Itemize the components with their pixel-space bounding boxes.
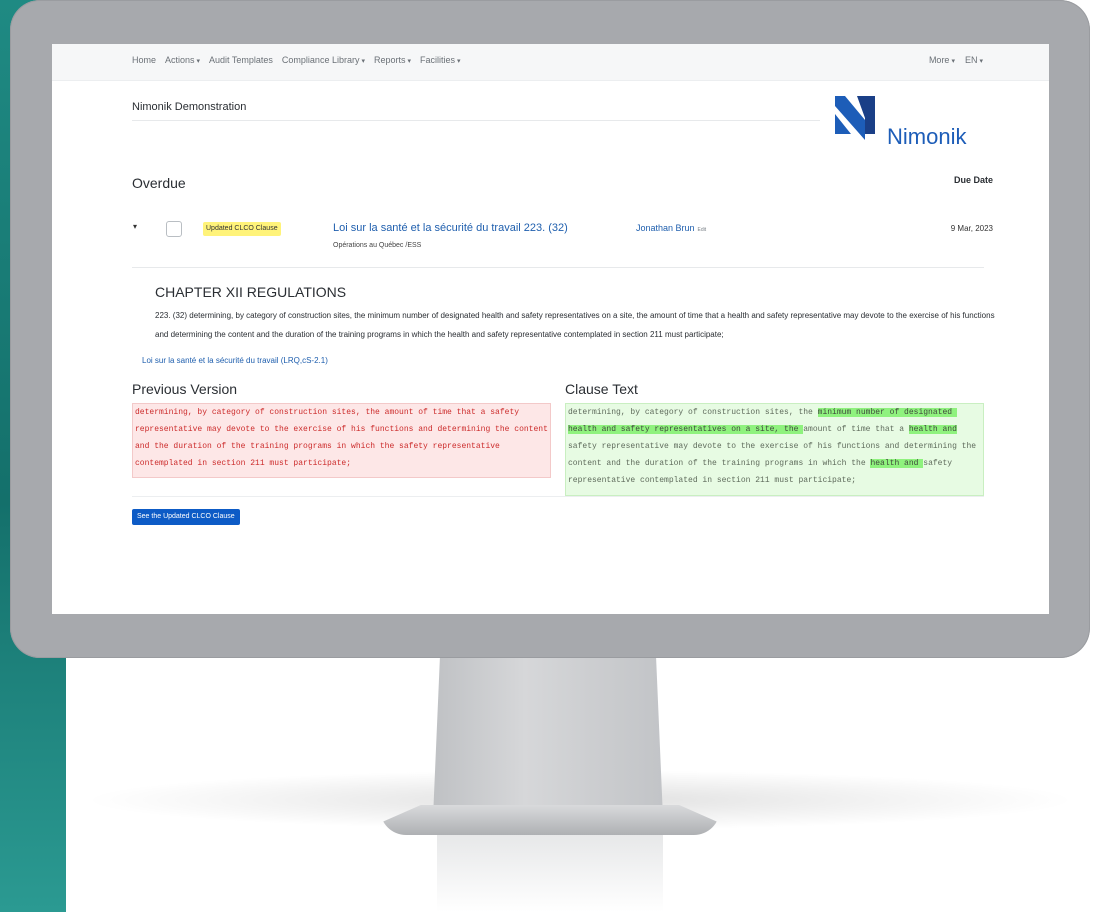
chevron-down-icon: ▾ — [196, 58, 201, 65]
nav-item-audit-templates[interactable]: Audit Templates — [209, 55, 273, 65]
previous-version-text: determining, by category of construction… — [132, 403, 551, 478]
law-reference-link[interactable]: Loi sur la santé et la sécurité du trava… — [142, 356, 328, 365]
top-navbar: Home Actions ▾ Audit Templates Compliance Li… — [52, 44, 1049, 81]
requirement-title-link[interactable]: Loi sur la santé et la sécurité du trava… — [333, 222, 568, 234]
divider — [132, 496, 984, 497]
clause-text-title: Clause Text — [565, 381, 638, 397]
clause-text-segment: determining, by category of construction… — [568, 408, 818, 417]
row-checkbox[interactable] — [166, 221, 182, 237]
logo-wordmark: Nimonik — [887, 124, 967, 149]
assignee-edit-link[interactable]: Edit — [698, 227, 707, 233]
see-updated-clause-button[interactable]: See the Updated CLCO Clause — [132, 509, 240, 525]
added-text-highlight: health and — [870, 459, 924, 468]
language-selector[interactable]: EN ▾ — [965, 55, 983, 65]
app-screen: Home Actions ▾ Audit Templates Compliance Li… — [52, 44, 1049, 614]
due-date-header: Due Date — [953, 175, 993, 185]
monitor-stand-base — [380, 805, 720, 835]
chevron-down-icon: ▾ — [979, 58, 983, 65]
monitor-stand-neck — [433, 658, 663, 818]
nav-item-compliance-library[interactable]: Compliance Library ▾ — [282, 55, 365, 65]
monitor-stand-reflection — [437, 832, 663, 912]
due-date-value: 9 Mar, 2023 — [950, 224, 993, 233]
nav-right: More ▾ EN ▾ — [929, 55, 983, 65]
chevron-down-icon: ▾ — [951, 58, 955, 65]
section-title-overdue: Overdue — [132, 175, 186, 191]
nav-item-actions[interactable]: Actions ▾ — [165, 55, 200, 65]
status-badge: Updated CLCO Clause — [203, 222, 281, 236]
clause-text-box: determining, by category of construction… — [565, 403, 984, 496]
assignee: Jonathan Brun Edit — [636, 223, 706, 233]
chevron-down-icon: ▾ — [407, 58, 412, 65]
requirement-subtitle: Opérations au Québec /ESS — [333, 242, 422, 249]
nav-item-home[interactable]: Home — [132, 55, 156, 65]
organization-name: Nimonik Demonstration — [132, 101, 247, 113]
nav-item-reports[interactable]: Reports ▾ — [374, 55, 411, 65]
chevron-down-icon: ▾ — [361, 58, 365, 65]
divider — [132, 120, 820, 121]
nav-menu: Home Actions ▾ Audit Templates Compliance Li… — [132, 55, 461, 65]
clause-text-segment: amount of time that a — [803, 425, 909, 434]
nav-item-more[interactable]: More ▾ — [929, 55, 955, 65]
expand-caret-icon[interactable]: ▾ — [133, 222, 137, 231]
chevron-down-icon: ▾ — [457, 58, 461, 65]
assignee-link[interactable]: Jonathan Brun — [636, 223, 695, 233]
chapter-text: 223. (32) determining, by category of co… — [155, 311, 995, 339]
chapter-title: CHAPTER XII REGULATIONS — [155, 284, 347, 300]
previous-version-title: Previous Version — [132, 381, 238, 397]
nav-item-facilities[interactable]: Facilities ▾ — [420, 55, 461, 65]
divider — [132, 267, 984, 268]
added-text-highlight: health and — [908, 425, 957, 434]
